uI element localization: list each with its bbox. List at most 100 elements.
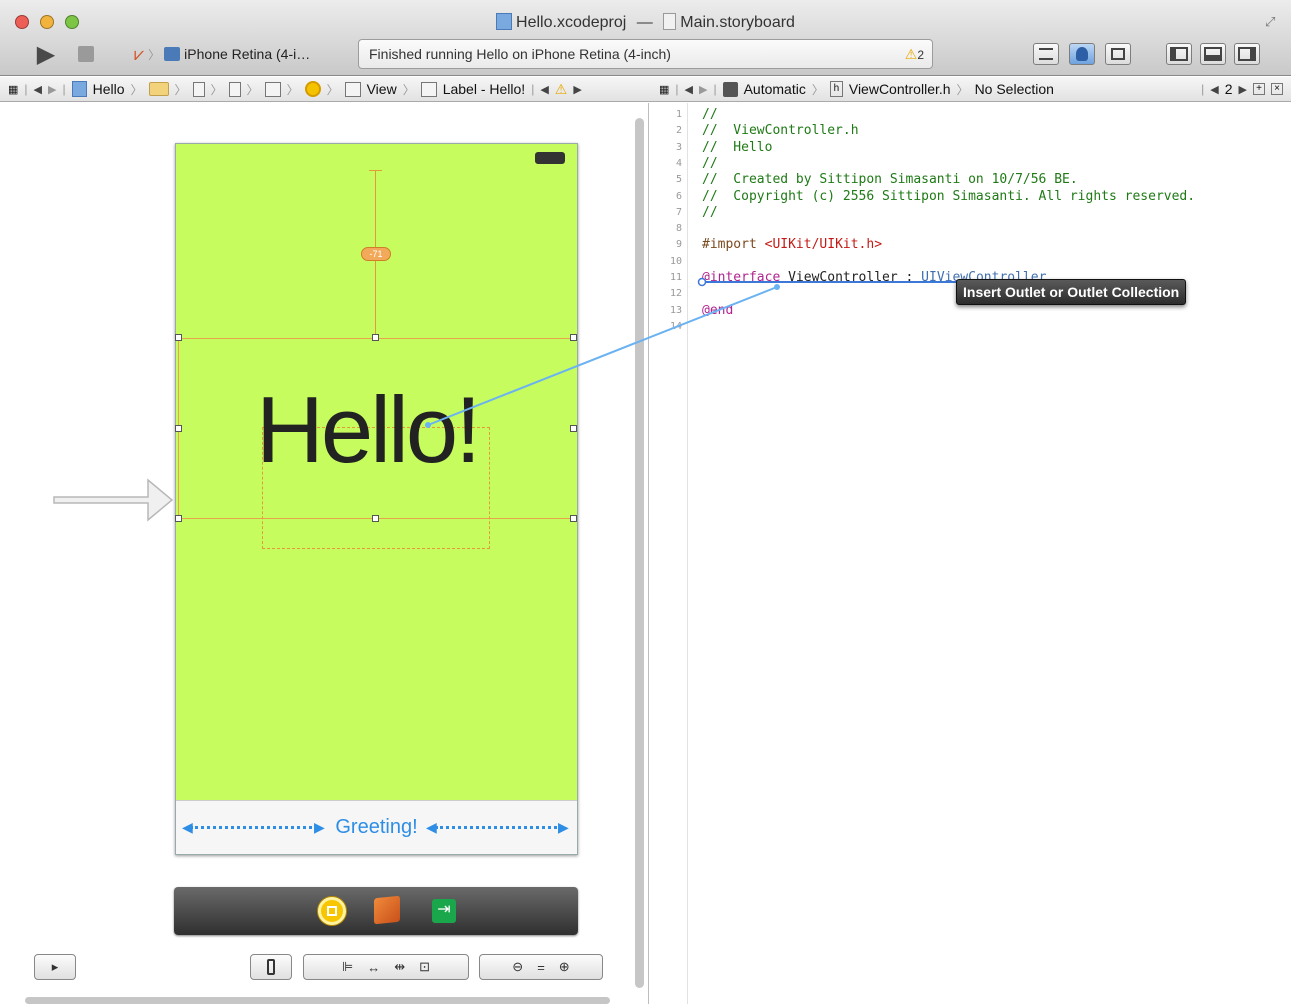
related-items-icon[interactable]: ▦ bbox=[659, 83, 669, 96]
forward-button[interactable]: ▶ bbox=[699, 83, 707, 96]
related-items-icon[interactable]: ▦ bbox=[8, 83, 18, 96]
fullscreen-icon[interactable]: ⤢ bbox=[1265, 14, 1275, 30]
debug-panel-icon bbox=[1204, 47, 1222, 61]
resize-handle-bottom[interactable] bbox=[372, 515, 379, 522]
view-controller-icon[interactable] bbox=[318, 897, 346, 925]
code-comment: // bbox=[702, 204, 718, 220]
close-editor-icon[interactable]: × bbox=[1271, 83, 1283, 95]
code-line: // bbox=[702, 205, 718, 220]
forward-button[interactable]: ▶ bbox=[48, 83, 56, 96]
resize-handle-bottom-right[interactable] bbox=[570, 515, 577, 522]
code-comment: // bbox=[702, 107, 718, 122]
code-comment: // Copyright (c) 2556 Sittipon Simasanti… bbox=[702, 188, 1196, 204]
interface-keyword: @interface bbox=[702, 270, 781, 285]
initial-view-controller-arrow[interactable] bbox=[52, 476, 176, 524]
line-number: 8 bbox=[675, 223, 682, 235]
insert-outlet-tooltip: Insert Outlet or Outlet Collection bbox=[956, 279, 1187, 305]
scene-icon[interactable] bbox=[264, 81, 281, 97]
stop-button[interactable] bbox=[76, 44, 96, 64]
align-icon[interactable]: ⊫ bbox=[342, 959, 353, 975]
canvas-vertical-scrollbar[interactable] bbox=[635, 118, 644, 988]
zoom-in-icon[interactable]: ⊕ bbox=[559, 959, 570, 975]
scheme-chevron-icon: 〉 bbox=[148, 47, 161, 62]
code-comment: // bbox=[702, 155, 718, 171]
next-issue-button[interactable]: ▶ bbox=[573, 83, 581, 96]
add-editor-icon[interactable]: + bbox=[1253, 83, 1265, 95]
line-number: 5 bbox=[675, 174, 682, 186]
zoom-out-icon[interactable]: ⊖ bbox=[512, 959, 523, 975]
line-number-gutter: 1 2 3 4 5 6 7 8 9 10 11 12 13 14 bbox=[650, 103, 688, 1004]
breadcrumb-chevron-icon: 〉 bbox=[286, 82, 299, 97]
code-line: // Hello bbox=[702, 140, 772, 155]
first-responder-icon[interactable] bbox=[374, 895, 400, 925]
toggle-navigator-button[interactable] bbox=[1166, 43, 1192, 65]
title-separator: — bbox=[636, 14, 653, 31]
automatic-icon bbox=[722, 81, 738, 97]
previous-issue-button[interactable]: ◀ bbox=[540, 83, 548, 96]
canvas-jump-bar: ▦ | ◀ ▶ | Hello 〉 〉 〉 〉 〉 〉 View 〉 Label… bbox=[0, 77, 651, 102]
class-name: ViewController bbox=[788, 270, 898, 285]
window-title: Hello.xcodeproj — Main.storyboard bbox=[0, 13, 1291, 32]
breadcrumb-hello[interactable]: Hello bbox=[93, 81, 125, 97]
resize-handle-right[interactable] bbox=[570, 425, 577, 432]
canvas-horizontal-scrollbar[interactable] bbox=[25, 997, 610, 1004]
divider: | bbox=[1201, 82, 1205, 96]
assistant-mode[interactable]: Automatic bbox=[744, 81, 806, 97]
resolve-icon[interactable]: ⇹ bbox=[394, 959, 405, 975]
end-keyword: @end bbox=[702, 302, 734, 318]
code-line: @end bbox=[702, 303, 733, 318]
utilities-panel-icon bbox=[1238, 47, 1256, 61]
header-file-icon: h bbox=[829, 81, 843, 97]
run-button[interactable]: ▶ bbox=[33, 41, 59, 68]
arrow-right-icon: ▶ bbox=[558, 819, 569, 835]
document-outline-button[interactable]: ▸ bbox=[34, 954, 76, 980]
toggle-utilities-button[interactable] bbox=[1234, 43, 1260, 65]
assistant-editor-button[interactable] bbox=[1069, 43, 1095, 65]
code-line: // bbox=[702, 107, 718, 122]
version-editor-button[interactable] bbox=[1105, 43, 1131, 65]
assistant-file[interactable]: ViewController.h bbox=[849, 81, 951, 97]
view-controller-scene[interactable]: -71 Hello! ◀ ▶ Greeting! ◀ ▶ bbox=[175, 143, 578, 855]
resizing-icon[interactable]: ⊡ bbox=[419, 959, 430, 975]
label-icon bbox=[420, 81, 437, 97]
folder-icon[interactable] bbox=[148, 82, 169, 96]
breadcrumb-chevron-icon: 〉 bbox=[130, 82, 143, 97]
zoom-actual-icon[interactable]: = bbox=[537, 960, 545, 975]
divider: | bbox=[531, 82, 535, 96]
resize-handle-top-left[interactable] bbox=[175, 334, 182, 341]
back-button[interactable]: ◀ bbox=[685, 83, 693, 96]
editor-jump-bar: ▦ | ◀ ▶ | Automatic 〉 h ViewController.h… bbox=[651, 77, 1291, 102]
line-number: 6 bbox=[675, 190, 682, 202]
next-counterpart-button[interactable]: ▶ bbox=[1239, 83, 1247, 96]
form-factor-button[interactable] bbox=[250, 954, 292, 980]
constraint-badge[interactable]: -71 bbox=[361, 247, 391, 261]
assistant-selection[interactable]: No Selection bbox=[975, 81, 1054, 97]
storyboard-icon[interactable] bbox=[192, 81, 205, 97]
view-controller-icon[interactable] bbox=[304, 81, 321, 97]
toggle-debug-area-button[interactable] bbox=[1200, 43, 1226, 65]
breadcrumb-label[interactable]: Label - Hello! bbox=[443, 81, 526, 97]
storyboard-base-icon[interactable] bbox=[228, 81, 241, 97]
breadcrumb-view[interactable]: View bbox=[367, 81, 397, 97]
standard-editor-button[interactable] bbox=[1033, 43, 1059, 65]
resize-handle-left[interactable] bbox=[175, 425, 182, 432]
resize-handle-top-right[interactable] bbox=[570, 334, 577, 341]
code-line: // Copyright (c) 2556 Sittipon Simasanti… bbox=[702, 189, 1195, 204]
hello-label[interactable]: Hello! bbox=[256, 376, 481, 484]
issue-warning-icon[interactable]: ⚠ bbox=[555, 81, 568, 98]
breadcrumb-chevron-icon: 〉 bbox=[174, 82, 187, 97]
divider: | bbox=[675, 82, 679, 96]
resize-handle-bottom-left[interactable] bbox=[175, 515, 182, 522]
warning-indicator[interactable]: ⚠2 bbox=[905, 46, 924, 63]
pin-icon[interactable]: ↔ bbox=[367, 960, 380, 975]
title-toolbar: Hello.xcodeproj — Main.storyboard ⤢ ▶ ⩗ … bbox=[0, 0, 1291, 76]
scheme-selector[interactable]: ⩗ 〉 iPhone Retina (4-i… bbox=[134, 41, 310, 67]
assistant-code-editor[interactable]: 1 2 3 4 5 6 7 8 9 10 11 12 13 14 //// ViewController.… bbox=[650, 103, 1291, 1004]
resize-handle-top[interactable] bbox=[372, 334, 379, 341]
warning-count: 2 bbox=[917, 48, 924, 62]
battery-icon bbox=[535, 152, 565, 164]
exit-icon[interactable]: ⇥ bbox=[432, 899, 456, 923]
previous-counterpart-button[interactable]: ◀ bbox=[1210, 83, 1218, 96]
xcode-window: Hello.xcodeproj — Main.storyboard ⤢ ▶ ⩗ … bbox=[0, 0, 1291, 1004]
back-button[interactable]: ◀ bbox=[34, 83, 42, 96]
